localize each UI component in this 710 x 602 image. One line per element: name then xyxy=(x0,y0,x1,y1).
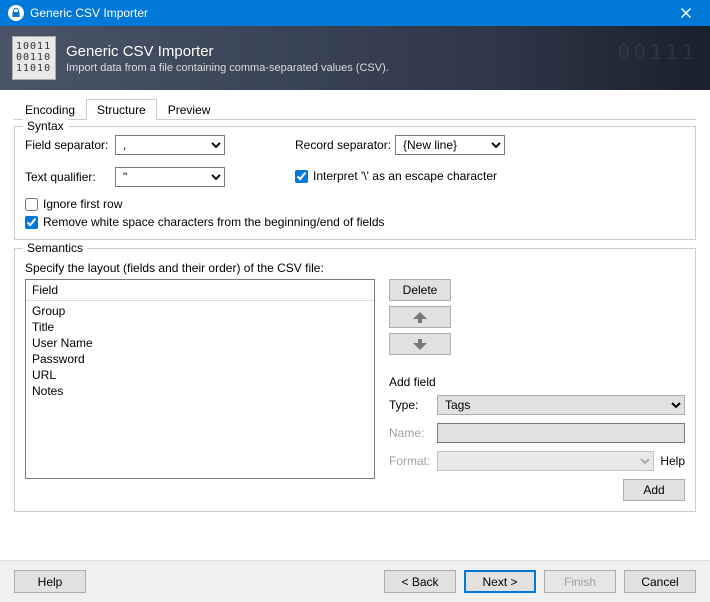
tab-preview[interactable]: Preview xyxy=(157,99,222,120)
finish-button: Finish xyxy=(544,570,616,593)
tab-encoding[interactable]: Encoding xyxy=(14,99,86,120)
add-button[interactable]: Add xyxy=(623,479,685,501)
semantics-instruction: Specify the layout (fields and their ord… xyxy=(25,261,685,275)
title-bar: Generic CSV Importer xyxy=(0,0,710,26)
app-lock-icon xyxy=(8,5,24,21)
list-item[interactable]: Group xyxy=(26,303,374,319)
syntax-group: Syntax Field separator: , Text qualifier… xyxy=(14,126,696,240)
help-button[interactable]: Help xyxy=(14,570,86,593)
field-layout-list[interactable]: Field Group Title User Name Password URL… xyxy=(25,279,375,479)
list-item[interactable]: User Name xyxy=(26,335,374,351)
ignore-first-row-checkbox[interactable] xyxy=(25,198,38,211)
field-separator-select[interactable]: , xyxy=(115,135,225,155)
banner-decoration: 00111 xyxy=(618,40,698,64)
ignore-first-row-label: Ignore first row xyxy=(43,197,122,211)
trim-whitespace-checkbox[interactable] xyxy=(25,216,38,229)
trim-whitespace-label: Remove white space characters from the b… xyxy=(43,215,385,229)
name-label: Name: xyxy=(389,426,437,440)
name-input xyxy=(437,423,685,443)
escape-checkbox[interactable] xyxy=(295,170,308,183)
record-separator-label: Record separator: xyxy=(295,138,395,152)
escape-label: Interpret '\' as an escape character xyxy=(313,169,497,183)
list-item[interactable]: Notes xyxy=(26,383,374,399)
delete-button[interactable]: Delete xyxy=(389,279,451,301)
wizard-button-bar: Help < Back Next > Finish Cancel xyxy=(0,560,710,602)
field-list-header: Field xyxy=(26,280,374,301)
type-label: Type: xyxy=(389,398,437,412)
banner-subtitle: Import data from a file containing comma… xyxy=(66,62,389,74)
record-separator-select[interactable]: {New line} xyxy=(395,135,505,155)
list-item[interactable]: URL xyxy=(26,367,374,383)
move-up-button[interactable] xyxy=(389,306,451,328)
next-button[interactable]: Next > xyxy=(464,570,536,593)
text-qualifier-label: Text qualifier: xyxy=(25,170,115,184)
format-select xyxy=(437,451,654,471)
csv-binary-icon: 10011 00110 11010 xyxy=(12,36,56,80)
cancel-button[interactable]: Cancel xyxy=(624,570,696,593)
list-item[interactable]: Password xyxy=(26,351,374,367)
window-title: Generic CSV Importer xyxy=(30,6,666,20)
semantics-group: Semantics Specify the layout (fields and… xyxy=(14,248,696,512)
syntax-legend: Syntax xyxy=(23,119,68,133)
back-button[interactable]: < Back xyxy=(384,570,456,593)
list-item[interactable]: Title xyxy=(26,319,374,335)
type-select[interactable]: Tags xyxy=(437,395,685,415)
dialog-body: Encoding Structure Preview Syntax Field … xyxy=(0,90,710,560)
format-label: Format: xyxy=(389,454,437,468)
tab-strip: Encoding Structure Preview xyxy=(14,98,696,120)
banner-title: Generic CSV Importer xyxy=(66,43,389,60)
move-down-button[interactable] xyxy=(389,333,451,355)
field-separator-label: Field separator: xyxy=(25,138,115,152)
semantics-legend: Semantics xyxy=(23,241,87,255)
tab-structure[interactable]: Structure xyxy=(86,99,157,120)
format-help-link[interactable]: Help xyxy=(660,454,685,468)
text-qualifier-select[interactable]: " xyxy=(115,167,225,187)
close-button[interactable] xyxy=(666,0,706,26)
header-banner: 10011 00110 11010 Generic CSV Importer I… xyxy=(0,26,710,90)
add-field-legend: Add field xyxy=(389,375,685,389)
